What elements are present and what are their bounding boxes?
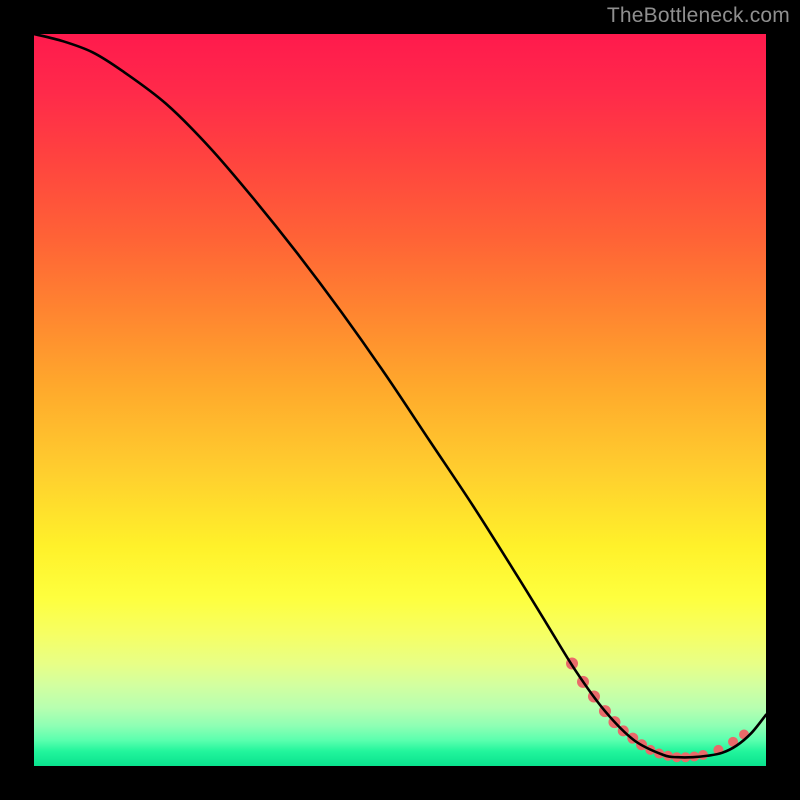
bottleneck-curve bbox=[34, 34, 766, 757]
curve-layer bbox=[34, 34, 766, 766]
plot-area bbox=[34, 34, 766, 766]
chart-stage: TheBottleneck.com bbox=[0, 0, 800, 800]
markers-group bbox=[566, 658, 749, 763]
attribution-text: TheBottleneck.com bbox=[607, 4, 790, 28]
